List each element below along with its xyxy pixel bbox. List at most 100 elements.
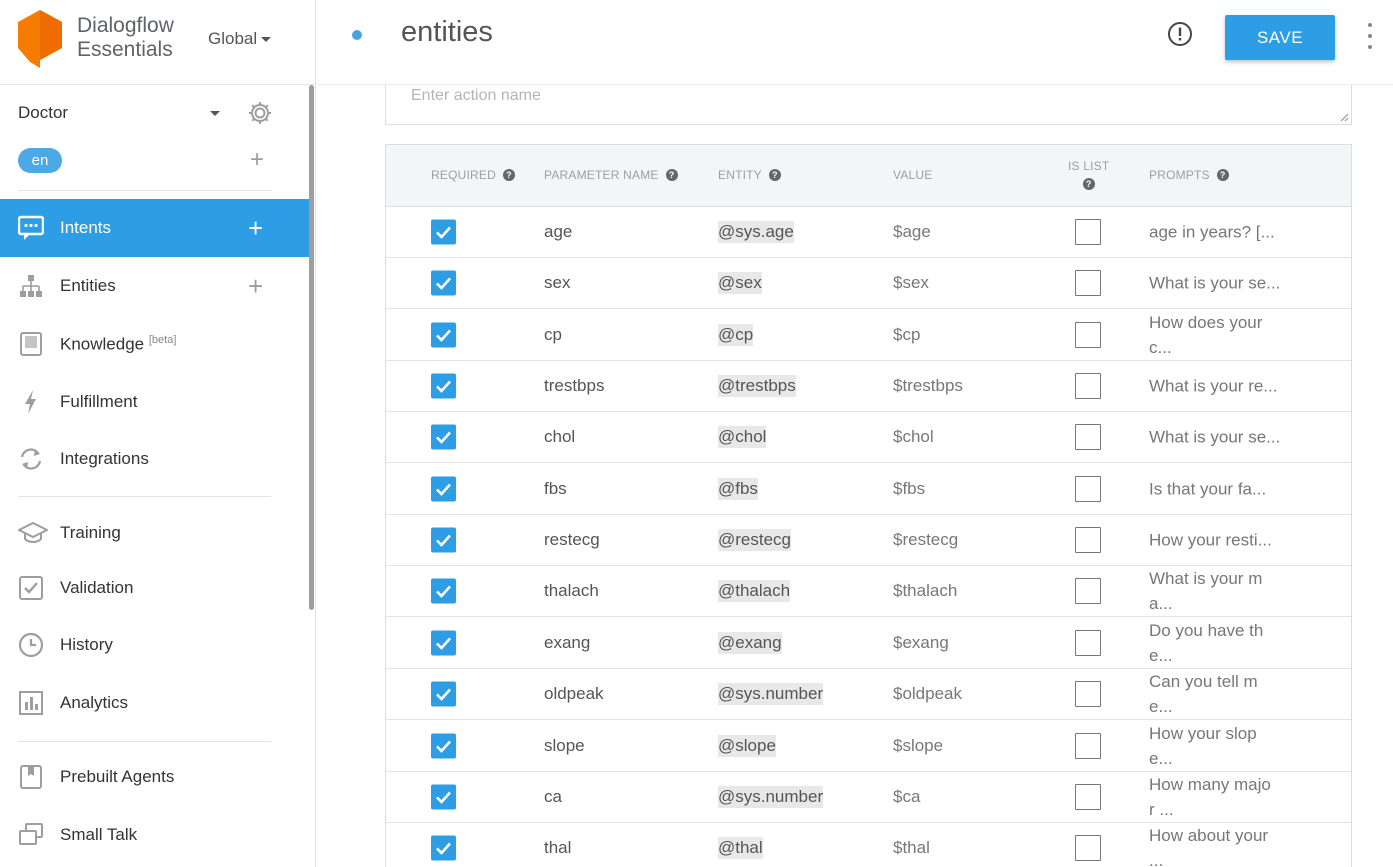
parameter-name[interactable]: restecg: [544, 530, 600, 550]
is-list-checkbox[interactable]: [1075, 219, 1101, 245]
parameter-name[interactable]: thal: [544, 838, 571, 858]
entity-value[interactable]: @thalach: [718, 580, 791, 603]
resize-handle-icon[interactable]: [1339, 112, 1349, 122]
help-icon[interactable]: ?: [502, 169, 515, 181]
table-row[interactable]: ca @sys.number $ca How many majo r ...: [386, 772, 1351, 823]
add-language-icon[interactable]: +: [250, 148, 264, 172]
table-row[interactable]: exang @exang $exang Do you have th e...: [386, 618, 1351, 669]
dialogflow-logo-icon[interactable]: [16, 9, 64, 74]
parameter-value[interactable]: $trestbps: [893, 376, 963, 396]
nav-validation[interactable]: Validation: [0, 559, 309, 617]
entity-value[interactable]: @exang: [718, 631, 782, 654]
is-list-checkbox[interactable]: [1075, 475, 1101, 502]
parameter-name[interactable]: sex: [544, 273, 570, 293]
is-list-checkbox[interactable]: [1075, 783, 1101, 810]
nav-integrations[interactable]: Integrations: [0, 430, 309, 488]
is-list-checkbox[interactable]: [1075, 373, 1101, 400]
table-row[interactable]: fbs @fbs $fbs Is that your fa...: [386, 464, 1351, 515]
entity-value[interactable]: @thal: [718, 837, 763, 860]
nav-small-talk[interactable]: Small Talk: [0, 806, 309, 864]
help-icon[interactable]: ?: [768, 169, 781, 181]
parameter-name[interactable]: slope: [544, 736, 585, 756]
nav-history[interactable]: History: [0, 616, 309, 674]
table-row[interactable]: cp @cp $cp How does your c...: [386, 310, 1351, 361]
parameter-value[interactable]: $restecg: [893, 530, 958, 550]
parameter-name[interactable]: age: [544, 222, 572, 242]
parameter-name[interactable]: fbs: [544, 479, 567, 499]
parameter-name[interactable]: thalach: [544, 581, 599, 601]
parameter-name[interactable]: exang: [544, 633, 590, 653]
parameter-value[interactable]: $slope: [893, 736, 943, 756]
entity-value[interactable]: @restecg: [718, 529, 792, 552]
entity-value[interactable]: @sys.number: [718, 785, 824, 808]
entity-value[interactable]: @fbs: [718, 477, 758, 500]
table-row[interactable]: sex @sex $sex What is your se...: [386, 258, 1351, 310]
parameter-value[interactable]: $fbs: [893, 479, 925, 499]
table-row[interactable]: age @sys.age $age age in years? [...: [386, 207, 1351, 258]
prompt-preview[interactable]: What is your se...: [1149, 271, 1289, 296]
entity-value[interactable]: @sys.number: [718, 683, 824, 706]
entity-value[interactable]: @sex: [718, 272, 762, 295]
help-icon[interactable]: ?: [1216, 169, 1229, 181]
parameter-name[interactable]: oldpeak: [544, 684, 604, 704]
required-checkbox[interactable]: [431, 784, 456, 810]
required-checkbox[interactable]: [431, 219, 456, 245]
parameter-value[interactable]: $sex: [893, 273, 929, 293]
more-vert-icon[interactable]: [1367, 23, 1373, 49]
entity-value[interactable]: @cp: [718, 323, 754, 346]
prompt-preview[interactable]: Is that your fa...: [1149, 476, 1289, 501]
parameter-name[interactable]: ca: [544, 787, 562, 807]
prompt-preview[interactable]: What is your re...: [1149, 374, 1289, 399]
required-checkbox[interactable]: [431, 527, 456, 553]
prompt-preview[interactable]: How your slop e...: [1149, 721, 1289, 771]
parameter-name[interactable]: cp: [544, 325, 562, 345]
table-row[interactable]: thalach @thalach $thalach What is your m a.…: [386, 566, 1351, 618]
parameter-name[interactable]: trestbps: [544, 376, 604, 396]
parameter-value[interactable]: $chol: [893, 427, 934, 447]
prompt-preview[interactable]: age in years? [...: [1149, 220, 1289, 245]
parameter-value[interactable]: $cp: [893, 325, 920, 345]
action-name-input[interactable]: Enter action name: [385, 85, 1352, 125]
entity-value[interactable]: @chol: [718, 426, 767, 449]
entity-value[interactable]: @trestbps: [718, 375, 796, 398]
required-checkbox[interactable]: [431, 733, 456, 758]
required-checkbox[interactable]: [431, 322, 456, 348]
required-checkbox[interactable]: [431, 835, 456, 861]
nav-training[interactable]: Training: [0, 504, 309, 562]
prompt-preview[interactable]: How many majo r ...: [1149, 772, 1289, 822]
required-checkbox[interactable]: [431, 270, 456, 296]
nav-intents[interactable]: Intents +: [0, 199, 309, 257]
nav-fulfillment[interactable]: Fulfillment: [0, 373, 309, 431]
table-row[interactable]: thal @thal $thal How about your ...: [386, 823, 1351, 867]
is-list-checkbox[interactable]: [1075, 321, 1101, 348]
help-icon[interactable]: ?: [1082, 178, 1095, 190]
prompt-preview[interactable]: Do you have th e...: [1149, 618, 1289, 668]
prompt-preview[interactable]: What is your m a...: [1149, 566, 1289, 616]
parameter-value[interactable]: $age: [893, 222, 931, 242]
agent-selector[interactable]: Doctor: [18, 100, 278, 126]
entity-value[interactable]: @sys.age: [718, 221, 794, 243]
nav-prebuilt-agents[interactable]: Prebuilt Agents: [0, 748, 309, 806]
help-icon[interactable]: ?: [665, 169, 678, 181]
nav-entities[interactable]: Entities +: [0, 257, 309, 315]
nav-analytics[interactable]: Analytics: [0, 674, 309, 732]
prompt-preview[interactable]: How about your ...: [1149, 823, 1289, 867]
prompt-preview[interactable]: How does your c...: [1149, 310, 1289, 360]
add-intent-icon[interactable]: +: [248, 215, 263, 241]
alert-info-icon[interactable]: [1167, 21, 1193, 52]
table-row[interactable]: trestbps @trestbps $trestbps What is your r…: [386, 361, 1351, 413]
table-row[interactable]: restecg @restecg $restecg How your resti...: [386, 515, 1351, 567]
nav-knowledge[interactable]: Knowledge [beta]: [0, 315, 309, 373]
is-list-checkbox[interactable]: [1075, 578, 1101, 605]
prompt-preview[interactable]: Can you tell m e...: [1149, 669, 1289, 719]
entity-value[interactable]: @slope: [718, 734, 776, 757]
is-list-checkbox[interactable]: [1075, 424, 1101, 451]
required-checkbox[interactable]: [431, 630, 456, 656]
prompt-preview[interactable]: What is your se...: [1149, 425, 1289, 450]
parameter-value[interactable]: $exang: [893, 633, 949, 653]
is-list-checkbox[interactable]: [1075, 835, 1101, 862]
required-checkbox[interactable]: [431, 424, 456, 450]
required-checkbox[interactable]: [431, 476, 456, 502]
required-checkbox[interactable]: [431, 681, 456, 707]
is-list-checkbox[interactable]: [1075, 629, 1101, 656]
